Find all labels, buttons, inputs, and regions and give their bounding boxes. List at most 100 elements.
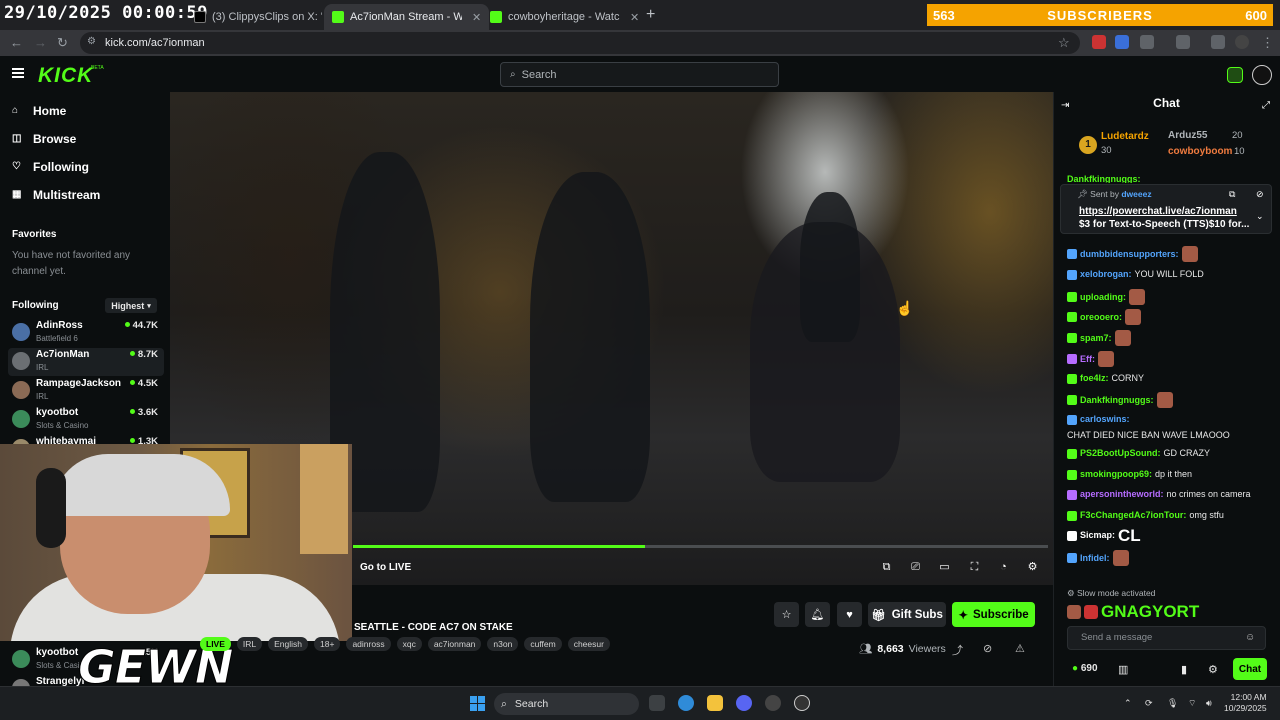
emote-icon[interactable] (1098, 351, 1114, 367)
chat-username[interactable]: Eff: (1080, 353, 1095, 366)
tag[interactable]: cheesur (567, 637, 610, 651)
emote-icon[interactable] (1084, 605, 1098, 619)
chat-username[interactable]: carloswins: (1080, 413, 1130, 426)
sidebar-item-multistream[interactable]: ▦ Multistream (12, 188, 100, 202)
channel-row[interactable]: RampageJackson IRL 4.5K (8, 377, 164, 405)
sidebar-item-following[interactable]: ♡ Following (12, 160, 89, 174)
gifter-name[interactable]: cowboyboom (1168, 146, 1232, 157)
hide-icon[interactable]: ⊘ (983, 642, 992, 655)
emote-icon[interactable] (1156, 392, 1173, 408)
tag[interactable]: LIVE (200, 637, 231, 651)
theater-mode-icon[interactable]: ▭ (938, 561, 951, 574)
channel-row[interactable]: AdinRoss Battlefield 6 44.7K (8, 319, 164, 347)
clock-app-icon[interactable] (794, 695, 810, 711)
chat-username[interactable]: F3cChangedAc7ionTour: (1080, 509, 1186, 522)
copy-icon[interactable]: ⧉ (1229, 189, 1235, 200)
unpin-icon[interactable]: ⊘ (1256, 189, 1264, 200)
emote-icon[interactable] (1112, 550, 1129, 566)
chat-username[interactable]: Sicmap: (1080, 529, 1115, 542)
user-avatar[interactable] (1252, 65, 1272, 85)
emote-icon[interactable] (1067, 605, 1081, 619)
cast-icon[interactable] (1176, 35, 1190, 49)
chat-username[interactable]: foe4lz: (1080, 372, 1109, 385)
gift-subs-button[interactable]: 🎁︎ Gift Subs (868, 602, 946, 627)
settings-gear-icon[interactable]: ⚙ (1026, 561, 1039, 574)
network-icon[interactable]: ⌔ (1188, 698, 1196, 709)
kick-rewards-icon[interactable] (1227, 67, 1243, 83)
profile-avatar[interactable] (1235, 35, 1249, 49)
close-icon[interactable]: ✕ (630, 11, 639, 24)
chat-username[interactable]: Dankfkingnuggs: (1067, 173, 1141, 183)
hamburger-menu-icon[interactable] (12, 68, 24, 78)
clip-icon[interactable]: ⎚ (909, 561, 922, 574)
channel-points[interactable]: ● 690 (1072, 663, 1098, 674)
windows-start-icon[interactable] (470, 696, 485, 711)
bookmark-star-icon[interactable]: ☆ (1058, 35, 1070, 51)
favorite-star-button[interactable]: ☆ (774, 602, 799, 627)
chat-send-button[interactable]: Chat (1233, 658, 1267, 680)
emote-icon[interactable] (1114, 330, 1131, 346)
chat-username[interactable]: smokingpoop69: (1080, 468, 1152, 481)
share-icon[interactable]: ⤴ (952, 642, 963, 658)
tag[interactable]: adinross (346, 637, 391, 651)
following-sort-dropdown[interactable]: Highest ▾ (105, 298, 157, 313)
chat-username[interactable]: uploading: (1080, 291, 1126, 304)
chat-username[interactable]: PS2BootUpSound: (1080, 447, 1161, 460)
chevron-down-icon[interactable]: ⌄ (1256, 211, 1264, 222)
top-gifter-name[interactable]: Ludetardz (1101, 131, 1149, 142)
site-info-icon[interactable]: ⚙ (87, 36, 96, 47)
menu-kebab-icon[interactable]: ⋮ (1261, 35, 1274, 51)
subscribe-button[interactable]: ✦ Subscribe (952, 602, 1035, 627)
chat-username[interactable]: Dankfkingnuggs: (1080, 394, 1154, 407)
chat-settings-icon[interactable]: ⚙ (1208, 663, 1218, 676)
channel-row[interactable]: kyootbot Slots & Casino 3.6K (8, 406, 164, 434)
taskbar-clock[interactable]: 12:00 AM 10/29/2025 (1224, 692, 1267, 714)
close-icon[interactable]: ✕ (472, 11, 481, 24)
chat-username[interactable]: dumbbidensupporters: (1080, 248, 1179, 261)
tray-icon[interactable]: ⟳ (1145, 698, 1153, 709)
tag[interactable]: n3on (487, 637, 519, 651)
browser-tab-ac7ionman[interactable]: Ac7ionMan Stream - Watch Live ✕ (324, 4, 490, 30)
volume-icon[interactable]: 🔊︎ (1206, 698, 1212, 709)
bookmark-icon[interactable]: ▮ (1181, 663, 1187, 676)
store-icon[interactable]: ▥ (1118, 663, 1128, 676)
emoji-icon[interactable]: ☺ (1245, 632, 1255, 643)
reload-icon[interactable]: ↻ (57, 35, 68, 51)
emote-icon[interactable] (1129, 289, 1145, 305)
notifications-button[interactable]: 🔔︎ (805, 602, 830, 627)
popout-chat-icon[interactable]: ⤢ (1262, 100, 1270, 111)
chat-username[interactable]: Infidel: (1080, 552, 1110, 565)
tag[interactable]: 18+ (314, 637, 341, 651)
pip-icon[interactable]: ⧉ (880, 561, 893, 574)
sidebar-item-home[interactable]: ⌂ Home (12, 104, 66, 118)
gifter-name[interactable]: Arduz55 (1168, 130, 1207, 141)
chat-username[interactable]: oreooero: (1080, 311, 1122, 324)
search-input[interactable]: ⌕ Search (500, 62, 779, 87)
tag[interactable]: ac7ionman (427, 637, 482, 651)
emote-icon[interactable] (1125, 309, 1142, 325)
tag[interactable]: IRL (236, 637, 263, 651)
emote-icon[interactable] (1181, 246, 1198, 262)
go-to-live-button[interactable]: Go to LIVE (360, 562, 411, 573)
discord-icon[interactable] (736, 695, 752, 711)
tray-chevron-icon[interactable]: ⌃ (1124, 698, 1132, 709)
media-icon[interactable] (1211, 35, 1225, 49)
file-explorer-icon[interactable] (707, 695, 723, 711)
chat-username[interactable]: xelobrogan: (1080, 268, 1132, 281)
extensions-puzzle-icon[interactable] (1140, 35, 1154, 49)
forward-icon[interactable]: → (34, 35, 47, 50)
playback-speed-icon[interactable]: ◔ (997, 561, 1010, 574)
report-icon[interactable]: ⚠ (1015, 642, 1025, 655)
microphone-icon[interactable]: 🎙︎ (1167, 698, 1178, 709)
channel-row[interactable]: Ac7ionMan IRL 8.7K (8, 348, 164, 376)
chrome-icon[interactable] (678, 695, 694, 711)
extension-icon[interactable] (1092, 35, 1106, 49)
task-view-icon[interactable] (649, 695, 665, 711)
tag[interactable]: xqc (396, 637, 422, 651)
kick-logo[interactable]: KICK (38, 64, 93, 88)
address-bar[interactable] (80, 32, 1080, 54)
tag[interactable]: English (268, 637, 309, 651)
extension-icon[interactable] (1115, 35, 1129, 49)
app-icon[interactable] (765, 695, 781, 711)
chat-username[interactable]: spam7: (1080, 332, 1112, 345)
